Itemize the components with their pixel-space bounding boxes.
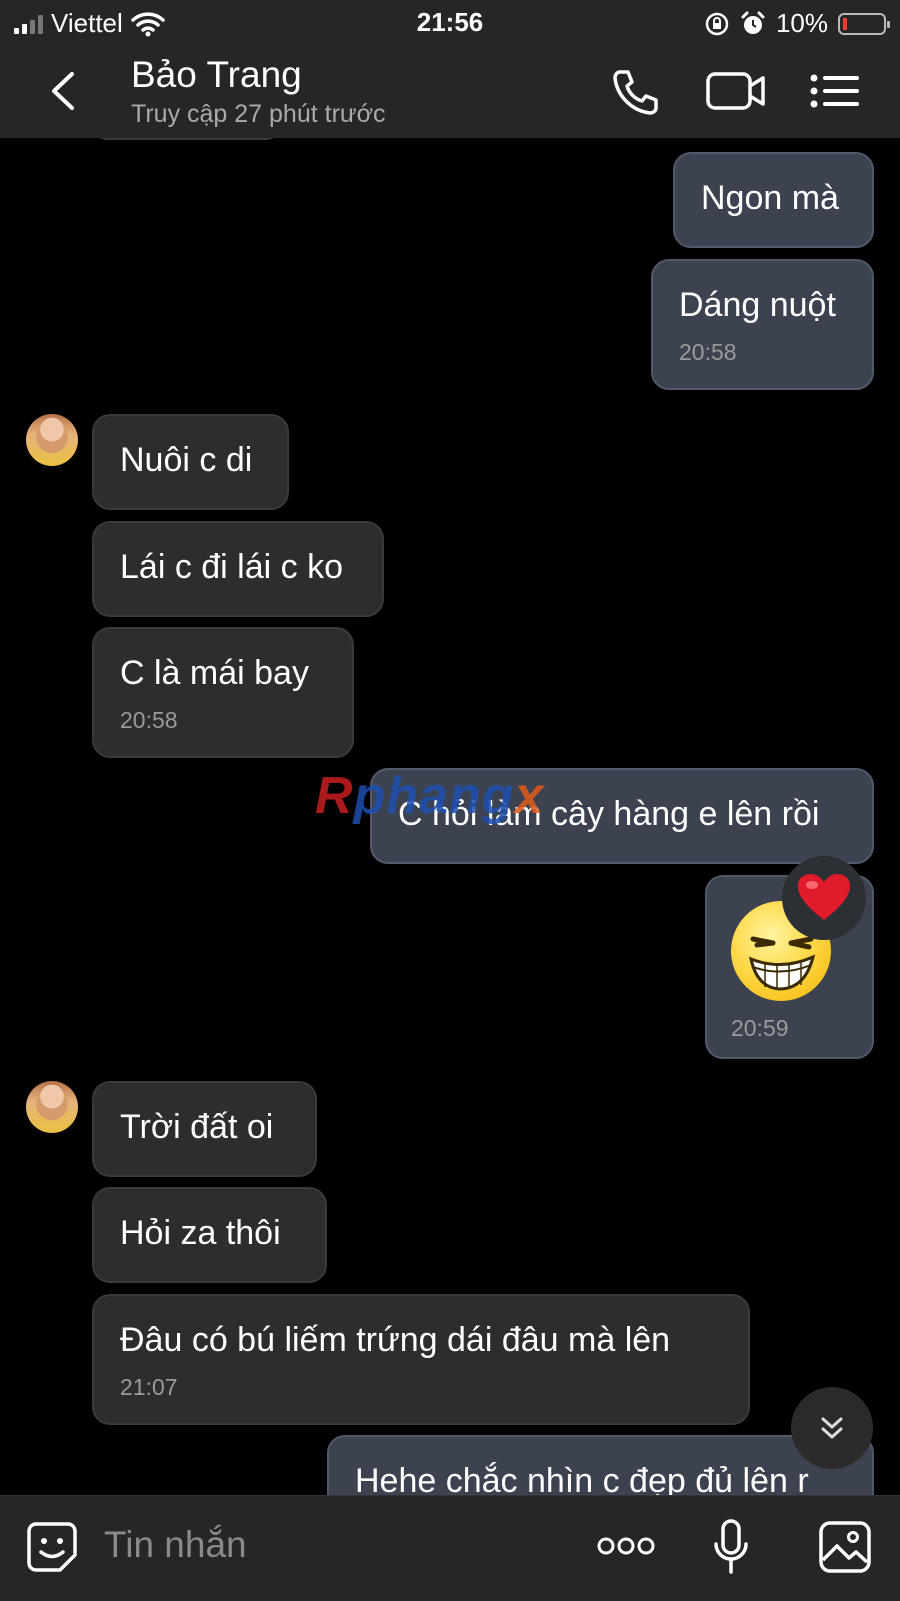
message-bubble-incoming[interactable]: Trời đất oi (92, 1081, 317, 1177)
message-text: Ngon mà (701, 179, 839, 217)
message-time: 21:07 (120, 1374, 178, 1400)
double-chevron-down-icon (821, 1417, 843, 1439)
message-time: 20:58 (120, 707, 178, 733)
message-bubble-incoming[interactable]: Nuôi c di (92, 414, 289, 510)
message-bubble-outgoing[interactable]: Hehe chắc nhìn c đẹp đủ lên r (327, 1435, 874, 1495)
message-bubble-partial (92, 138, 282, 140)
video-call-icon[interactable] (705, 66, 767, 116)
message-bubble-incoming[interactable]: Lái c đi lái c ko (92, 521, 384, 617)
image-gallery-icon[interactable] (818, 1520, 872, 1574)
message-bubble-outgoing[interactable]: Dáng nuột 20:58 (651, 259, 874, 390)
more-options-icon[interactable] (597, 1534, 655, 1558)
message-text: C là mái bay (120, 654, 309, 692)
message-time: 20:59 (731, 1015, 789, 1041)
rotation-lock-icon (705, 12, 729, 35)
message-text: Dáng nuột (679, 286, 836, 324)
alarm-icon (741, 11, 765, 34)
message-list[interactable]: Ngon mà Dáng nuột 20:58 Nuôi c di Lái c … (0, 138, 900, 1495)
scroll-to-bottom-button[interactable] (791, 1387, 873, 1469)
back-arrow-icon[interactable] (40, 66, 90, 116)
heart-reaction[interactable] (782, 856, 866, 940)
message-text: Nuôi c di (120, 441, 253, 479)
message-text: Hehe chắc nhìn c đẹp đủ lên r (355, 1462, 809, 1495)
contact-avatar[interactable] (26, 414, 78, 466)
message-text: Trời đất oi (120, 1108, 274, 1146)
message-text: Hỏi za thôi (120, 1214, 281, 1252)
sticker-emoji-icon[interactable] (26, 1521, 78, 1573)
message-bubble-outgoing[interactable]: Ngon mà (673, 152, 874, 248)
microphone-icon[interactable] (712, 1518, 750, 1576)
contact-avatar[interactable] (26, 1081, 78, 1133)
last-seen-status: Truy cập 27 phút trước (131, 100, 386, 128)
battery-percent: 10% (775, 8, 828, 38)
chat-header: Bảo Trang Truy cập 27 phút trước (0, 46, 900, 139)
message-text: Đâu có bú liếm trứng dái đâu mà lên (120, 1321, 671, 1359)
message-time: 20:58 (679, 339, 737, 365)
message-text: Lái c đi lái c ko (120, 548, 343, 586)
phone-call-icon[interactable] (608, 66, 662, 116)
options-menu-icon[interactable] (808, 66, 862, 116)
battery-icon (838, 12, 890, 35)
message-bubble-incoming[interactable]: Đâu có bú liếm trứng dái đâu mà lên 21:0… (92, 1294, 750, 1425)
watermark-logo: Rphangx (315, 767, 545, 825)
status-right: 10% (704, 8, 890, 39)
message-bubble-incoming[interactable]: C là mái bay 20:58 (92, 627, 354, 758)
contact-name[interactable]: Bảo Trang (131, 54, 302, 96)
message-composer: Tin nhắn (0, 1495, 900, 1601)
message-input[interactable]: Tin nhắn (104, 1524, 247, 1566)
message-bubble-incoming[interactable]: Hỏi za thôi (92, 1187, 327, 1283)
status-bar: Viettel 21:56 10% (0, 0, 900, 46)
heart-icon (798, 874, 850, 920)
